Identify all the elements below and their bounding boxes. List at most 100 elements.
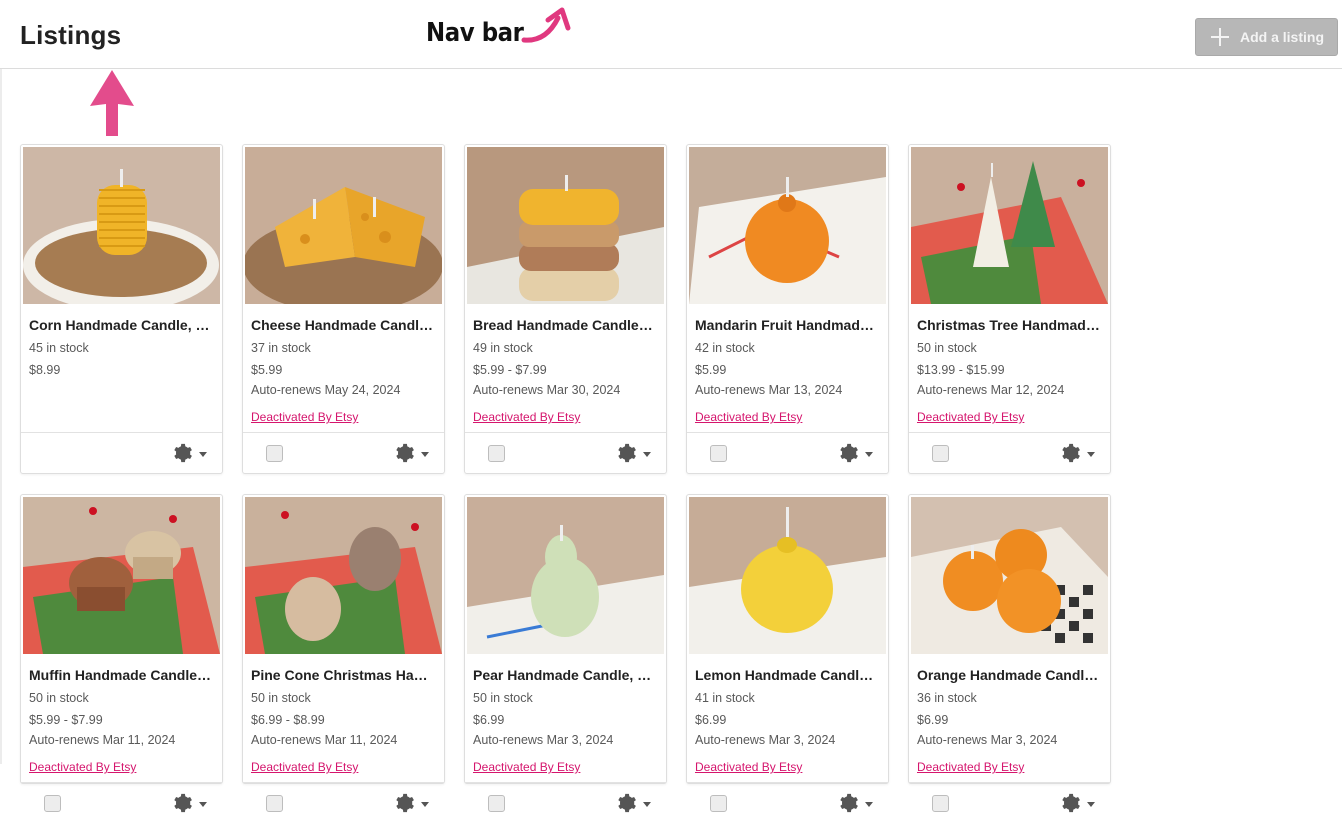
listing-footer: [243, 432, 444, 474]
listing-price: $6.99: [695, 713, 727, 727]
listing-thumbnail[interactable]: [689, 497, 886, 654]
listing-title[interactable]: Corn Handmade Candle, …: [29, 317, 212, 333]
page-title: Listings: [20, 20, 122, 50]
listing-renewal: Auto-renews Mar 11, 2024: [29, 733, 176, 747]
listing-thumbnail[interactable]: [23, 497, 220, 654]
listing-footer: [21, 432, 222, 474]
listing-title[interactable]: Orange Handmade Candl…: [917, 667, 1100, 683]
listing-thumbnail[interactable]: [245, 147, 442, 304]
gear-icon: [840, 793, 858, 813]
caret-down-icon: [421, 452, 429, 457]
listing-price: $5.99 - $7.99: [473, 363, 547, 377]
listing-renewal: Auto-renews Mar 11, 2024: [251, 733, 398, 747]
listing-settings-button[interactable]: [615, 442, 655, 466]
listing-stock: 50 in stock: [917, 341, 977, 355]
listing-thumbnail[interactable]: [467, 147, 664, 304]
listing-title[interactable]: Lemon Handmade Candle…: [695, 667, 878, 683]
listing-card[interactable]: Muffin Handmade Candle,… 50 in stock $5.…: [20, 494, 223, 813]
listing-select-checkbox[interactable]: [266, 795, 283, 812]
arrow-up-icon: [90, 70, 134, 136]
listing-footer: [909, 782, 1110, 824]
listing-thumbnail[interactable]: [245, 497, 442, 654]
listing-card[interactable]: Orange Handmade Candl… 36 in stock $6.99…: [908, 494, 1111, 813]
listing-select-checkbox[interactable]: [932, 445, 949, 462]
listing-price: $5.99 - $7.99: [29, 713, 103, 727]
listing-price: $6.99: [473, 713, 505, 727]
listing-stock: 42 in stock: [695, 341, 755, 355]
listing-select-checkbox[interactable]: [710, 445, 727, 462]
listing-settings-button[interactable]: [393, 442, 433, 466]
listing-select-checkbox[interactable]: [710, 795, 727, 812]
deactivated-status-link[interactable]: Deactivated By Etsy: [695, 410, 802, 424]
gear-icon: [396, 793, 414, 813]
listing-stock: 50 in stock: [29, 691, 89, 705]
listing-renewal: Auto-renews Mar 13, 2024: [695, 383, 843, 397]
caret-down-icon: [643, 452, 651, 457]
gear-icon: [396, 443, 414, 463]
listing-card[interactable]: Pine Cone Christmas Han… 50 in stock $6.…: [242, 494, 445, 813]
deactivated-status-link[interactable]: Deactivated By Etsy: [251, 760, 358, 774]
gear-icon: [618, 443, 636, 463]
listing-select-checkbox[interactable]: [488, 445, 505, 462]
add-listing-button[interactable]: Add a listing: [1195, 18, 1338, 56]
listing-thumbnail[interactable]: [467, 497, 664, 654]
deactivated-status-link[interactable]: Deactivated By Etsy: [473, 410, 580, 424]
listing-title[interactable]: Cheese Handmade Candl…: [251, 317, 434, 333]
listing-thumbnail[interactable]: [911, 147, 1108, 304]
deactivated-status-link[interactable]: Deactivated By Etsy: [473, 760, 580, 774]
add-listing-label: Add a listing: [1240, 29, 1324, 45]
listing-title[interactable]: Mandarin Fruit Handmade…: [695, 317, 878, 333]
listing-title[interactable]: Pear Handmade Candle, F…: [473, 667, 656, 683]
listing-card[interactable]: Bread Handmade Candle, … 49 in stock $5.…: [464, 144, 667, 474]
listing-title[interactable]: Muffin Handmade Candle,…: [29, 667, 212, 683]
listing-select-checkbox[interactable]: [266, 445, 283, 462]
listing-card[interactable]: Corn Handmade Candle, … 45 in stock $8.9…: [20, 144, 223, 474]
listing-select-checkbox[interactable]: [932, 795, 949, 812]
listing-footer: [687, 432, 888, 474]
listing-stock: 37 in stock: [251, 341, 311, 355]
listing-thumbnail[interactable]: [689, 147, 886, 304]
gear-icon: [174, 793, 192, 813]
listing-renewal: Auto-renews Mar 12, 2024: [917, 383, 1065, 397]
listing-thumbnail[interactable]: [911, 497, 1108, 654]
listing-card[interactable]: Mandarin Fruit Handmade… 42 in stock $5.…: [686, 144, 889, 474]
listing-settings-button[interactable]: [1059, 442, 1099, 466]
deactivated-status-link[interactable]: Deactivated By Etsy: [917, 410, 1024, 424]
listing-card[interactable]: Cheese Handmade Candl… 37 in stock $5.99…: [242, 144, 445, 474]
listing-title[interactable]: Bread Handmade Candle, …: [473, 317, 656, 333]
listing-settings-button[interactable]: [393, 792, 433, 816]
caret-down-icon: [199, 452, 207, 457]
listing-price: $6.99: [917, 713, 949, 727]
listing-stock: 45 in stock: [29, 341, 89, 355]
listing-price: $13.99 - $15.99: [917, 363, 1005, 377]
listing-settings-button[interactable]: [615, 792, 655, 816]
listing-card[interactable]: Pear Handmade Candle, F… 50 in stock $6.…: [464, 494, 667, 813]
caret-down-icon: [1087, 802, 1095, 807]
listing-settings-button[interactable]: [837, 792, 877, 816]
caret-down-icon: [865, 452, 873, 457]
listing-select-checkbox[interactable]: [44, 795, 61, 812]
listing-title[interactable]: Pine Cone Christmas Han…: [251, 667, 434, 683]
listing-price: $8.99: [29, 363, 61, 377]
deactivated-status-link[interactable]: Deactivated By Etsy: [695, 760, 802, 774]
gear-icon: [1062, 793, 1080, 813]
listing-settings-button[interactable]: [837, 442, 877, 466]
listing-renewal: Auto-renews Mar 30, 2024: [473, 383, 621, 397]
listing-card[interactable]: Lemon Handmade Candle… 41 in stock $6.99…: [686, 494, 889, 813]
listing-card[interactable]: Christmas Tree Handmad… 50 in stock $13.…: [908, 144, 1111, 474]
caret-down-icon: [421, 802, 429, 807]
listing-footer: [21, 782, 222, 824]
listing-settings-button[interactable]: [171, 442, 211, 466]
listing-settings-button[interactable]: [171, 792, 211, 816]
curved-arrow-icon: [521, 7, 571, 43]
listing-settings-button[interactable]: [1059, 792, 1099, 816]
deactivated-status-link[interactable]: Deactivated By Etsy: [251, 410, 358, 424]
listing-title[interactable]: Christmas Tree Handmad…: [917, 317, 1100, 333]
deactivated-status-link[interactable]: Deactivated By Etsy: [917, 760, 1024, 774]
listing-footer: [687, 782, 888, 824]
listing-footer: [243, 782, 444, 824]
listing-thumbnail[interactable]: [23, 147, 220, 304]
deactivated-status-link[interactable]: Deactivated By Etsy: [29, 760, 136, 774]
listing-stock: 41 in stock: [695, 691, 755, 705]
listing-select-checkbox[interactable]: [488, 795, 505, 812]
